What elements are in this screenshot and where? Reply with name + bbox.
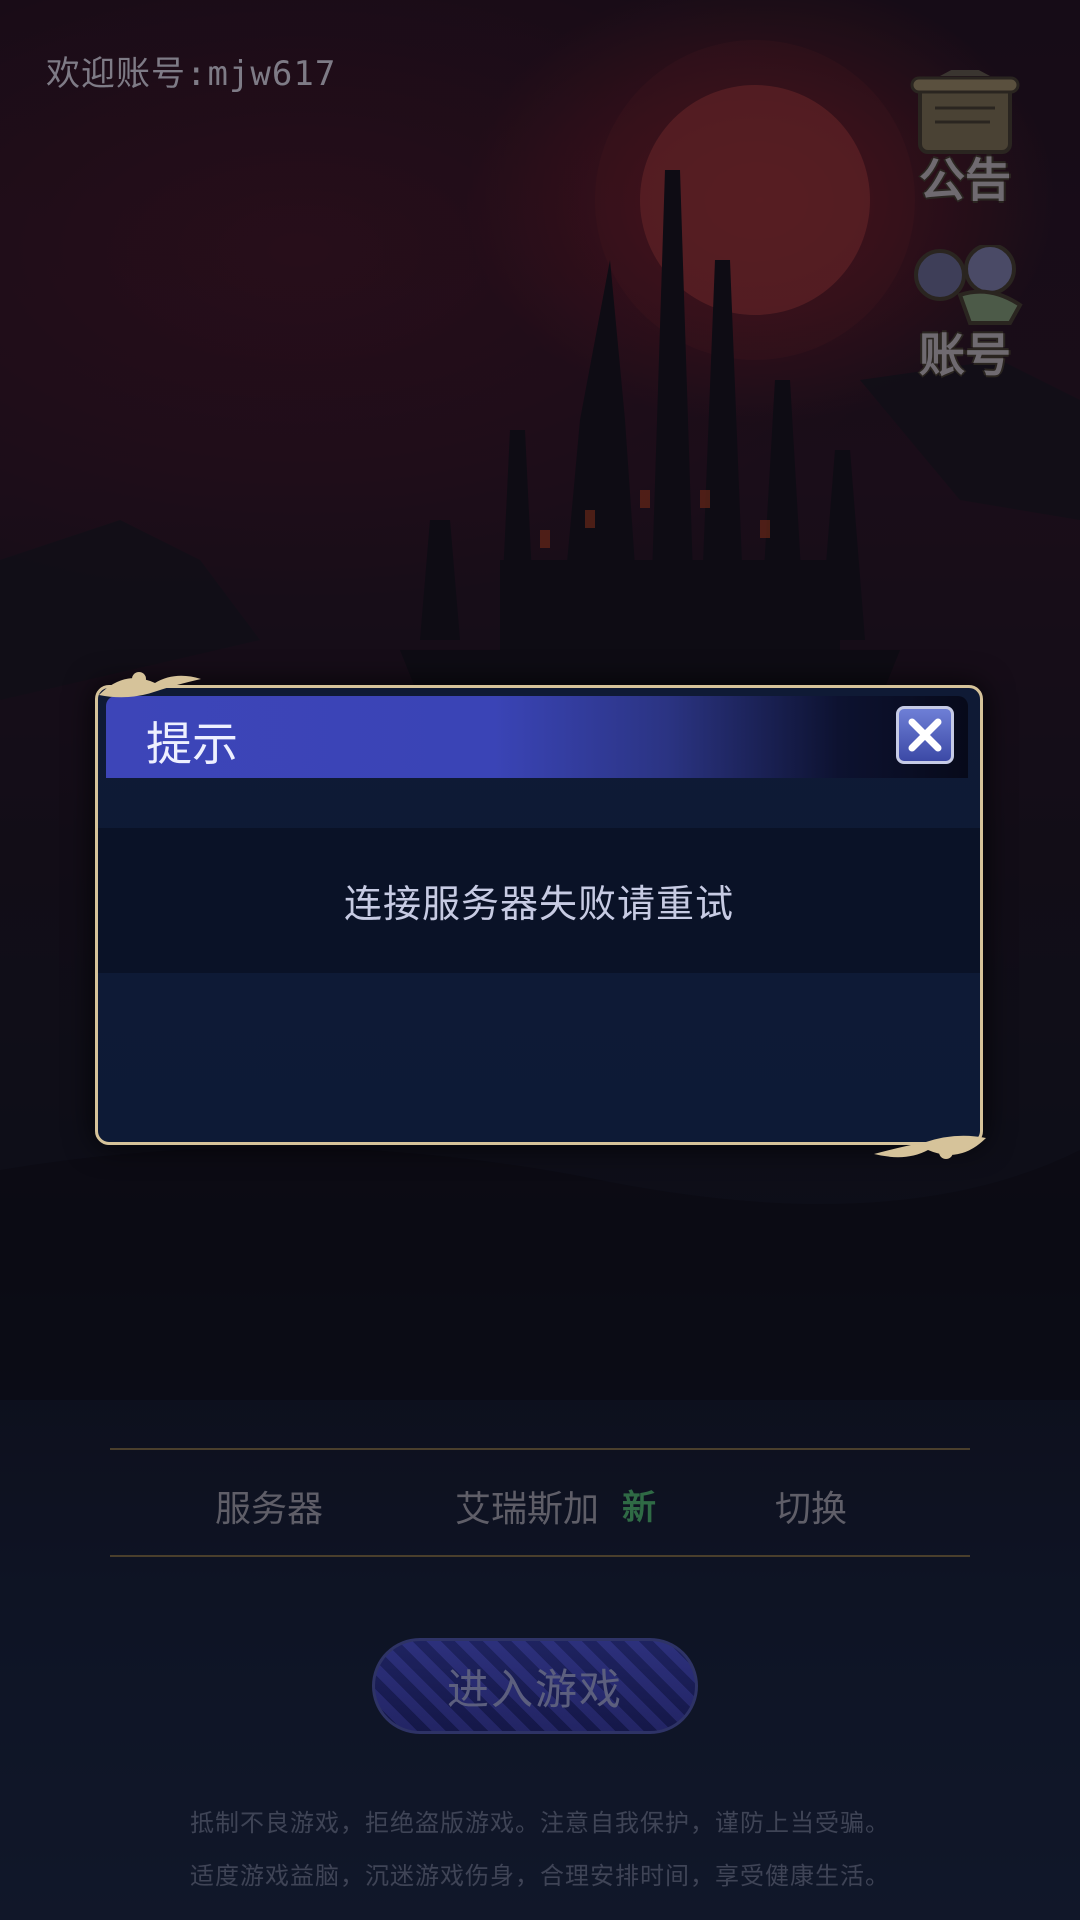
dialog-header: 提示 — [106, 696, 968, 778]
users-icon — [914, 245, 1023, 325]
close-button[interactable] — [896, 706, 954, 764]
scroll-notice-icon — [910, 70, 1020, 154]
close-x-icon — [908, 718, 942, 752]
notice-button[interactable]: 公告 — [890, 70, 1040, 210]
health-notice-line-1: 抵制不良游戏，拒绝盗版游戏。注意自我保护，谨防上当受骗。 — [190, 1809, 890, 1837]
dialog-corner-ornament-bottom-right — [874, 1135, 986, 1159]
health-notice-line-2: 适度游戏益脑，沉迷游戏伤身，合理安排时间，享受健康生活。 — [190, 1862, 890, 1890]
dialog-message-area: 连接服务器失败请重试 — [98, 828, 980, 973]
dialog-corner-ornament-top-left — [99, 672, 201, 698]
account-button[interactable]: 账号 — [890, 245, 1040, 385]
dialog-message: 连接服务器失败请重试 — [343, 882, 734, 926]
server-label: 服务器 — [215, 1489, 324, 1530]
enter-game-label: 进入游戏 — [446, 1664, 623, 1714]
welcome-account-text: 欢迎账号:mjw617 — [46, 54, 337, 94]
server-name: 艾瑞斯加 — [455, 1489, 600, 1530]
enter-game-button[interactable]: 进入游戏 — [372, 1638, 698, 1734]
dialog-title: 提示 — [146, 717, 238, 771]
switch-server-button[interactable]: 切换 — [775, 1480, 847, 1532]
alert-dialog: 提示 连接服务器失败请重试 — [95, 685, 983, 1145]
server-select-bar[interactable]: 服务器 艾瑞斯加 新 切换 — [110, 1448, 970, 1557]
login-scene: 欢迎账号:mjw617 公告 账号 服务器 艾瑞斯加 新 切换 进入游戏 抵制不… — [0, 0, 1080, 1920]
new-server-badge: 新 — [622, 1488, 656, 1528]
